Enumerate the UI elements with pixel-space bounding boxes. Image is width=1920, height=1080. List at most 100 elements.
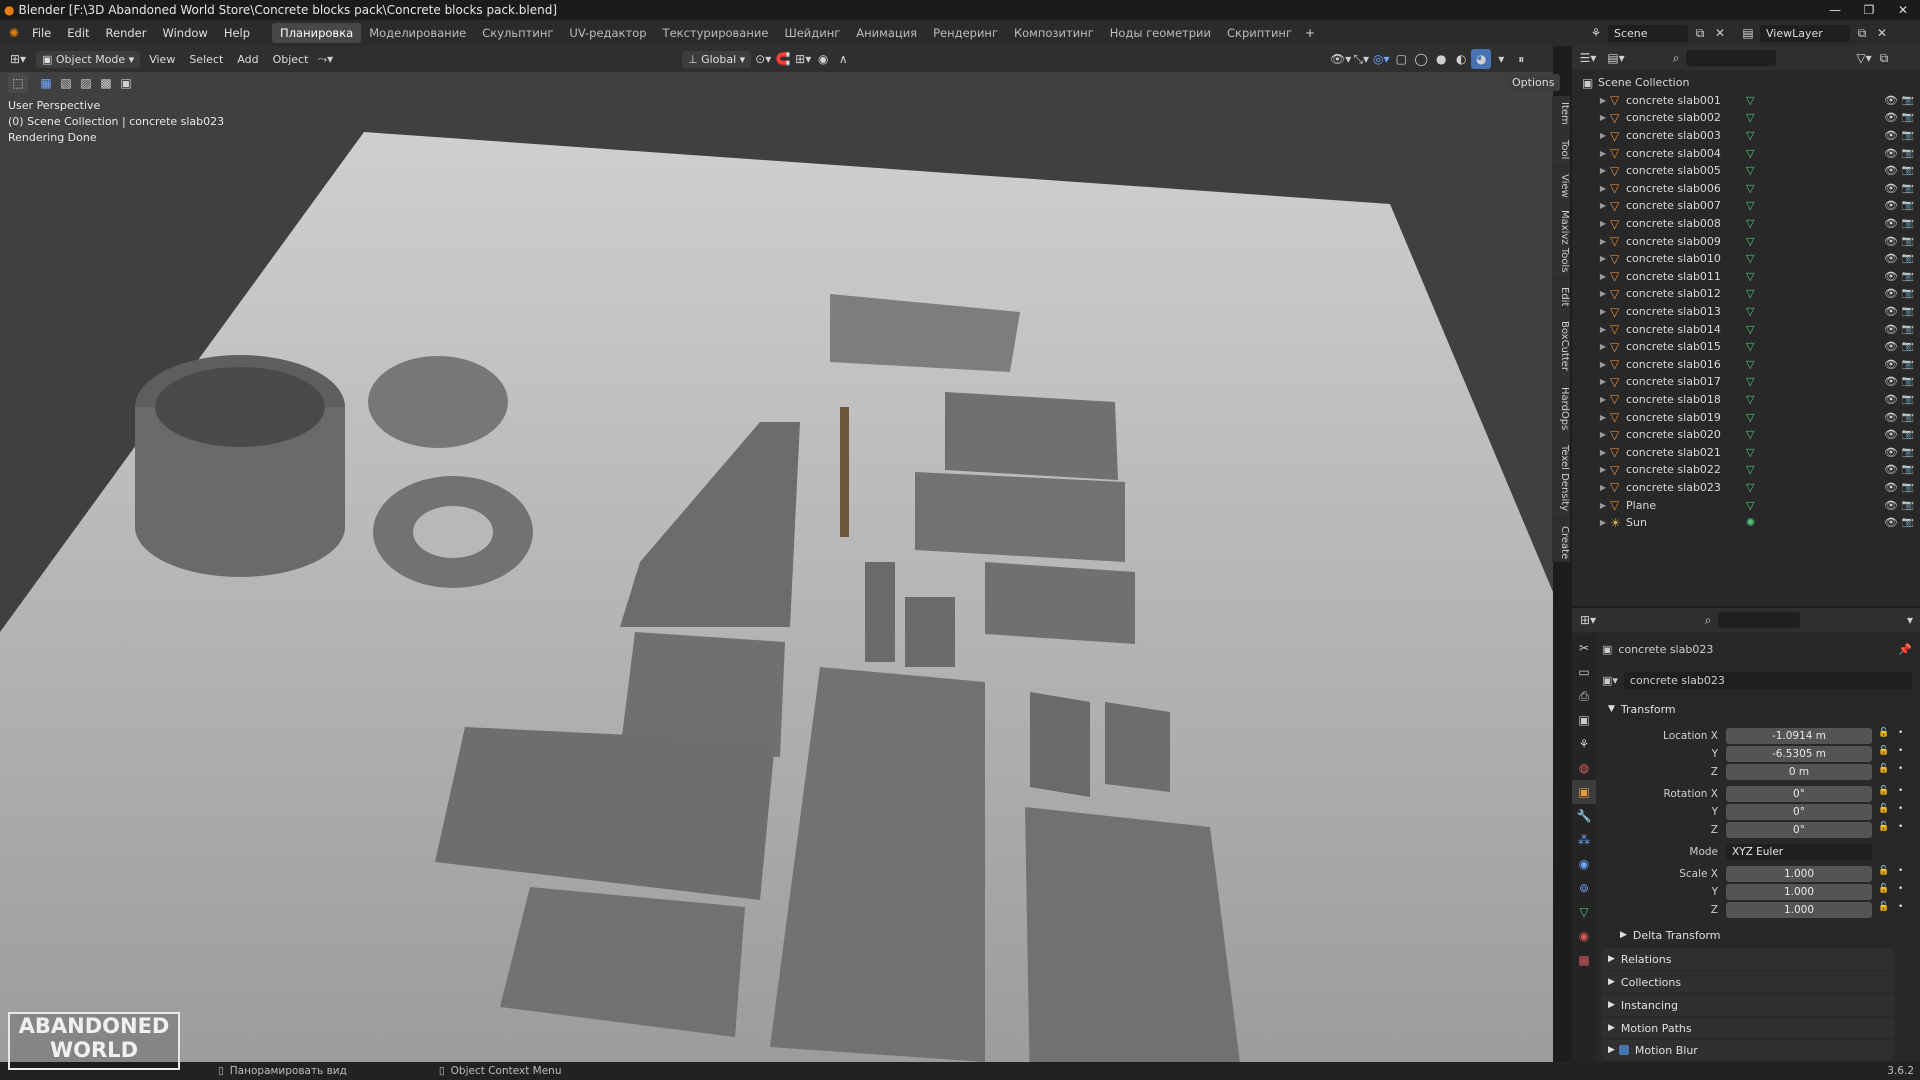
eye-icon[interactable]: 👁 xyxy=(1884,94,1898,107)
outliner-item[interactable]: ▶ ▽ concrete slab007 ▽ 👁 📷 xyxy=(1572,197,1920,215)
select-box-mode-icon[interactable]: ▦ xyxy=(36,73,56,93)
eye-icon[interactable]: 👁 xyxy=(1884,252,1898,265)
menu-select[interactable]: Select xyxy=(182,53,230,66)
world-tab-icon[interactable]: ◍ xyxy=(1572,756,1596,780)
mesh-data-icon[interactable]: ▽ xyxy=(1746,111,1754,124)
camera-icon[interactable]: 📷 xyxy=(1902,376,1914,387)
camera-icon[interactable]: 📷 xyxy=(1902,95,1914,106)
shading-options-icon[interactable]: ▾ xyxy=(1491,49,1511,69)
lock-icon[interactable]: 🔓 xyxy=(1878,786,1889,796)
outliner-item[interactable]: ▶ ▽ concrete slab014 ▽ 👁 📷 xyxy=(1572,320,1920,338)
orientation-selector[interactable]: ⊥ Global ▾ xyxy=(682,50,752,68)
object-name-field[interactable]: concrete slab023 xyxy=(1623,671,1912,689)
outliner-item[interactable]: ▶ ▽ concrete slab002 ▽ 👁 📷 xyxy=(1572,109,1920,127)
outliner-item[interactable]: ▶ ▽ concrete slab019 ▽ 👁 📷 xyxy=(1572,408,1920,426)
expand-arrow-icon[interactable]: ▶ xyxy=(1596,131,1610,140)
tool-tab-icon[interactable]: ✂ xyxy=(1572,636,1596,660)
datablock-icon[interactable]: ▣▾ xyxy=(1602,674,1618,687)
properties-options-icon[interactable]: ▾ xyxy=(1900,610,1920,630)
outliner-search-icon[interactable]: ⌕ xyxy=(1666,48,1686,68)
camera-icon[interactable]: 📷 xyxy=(1902,288,1914,299)
eye-icon[interactable]: 👁 xyxy=(1884,499,1898,512)
camera-icon[interactable]: 📷 xyxy=(1902,324,1914,335)
expand-arrow-icon[interactable]: ▶ xyxy=(1596,483,1610,492)
eye-icon[interactable]: 👁 xyxy=(1884,340,1898,353)
motion-paths-panel[interactable]: ▶ Motion Paths xyxy=(1602,1017,1894,1039)
location-x-field[interactable]: -1.0914 m xyxy=(1726,728,1872,744)
camera-icon[interactable]: 📷 xyxy=(1902,165,1914,176)
particles-tab-icon[interactable]: ⁂ xyxy=(1572,828,1596,852)
tab-scripting[interactable]: Скриптинг xyxy=(1219,23,1300,43)
eye-icon[interactable]: 👁 xyxy=(1884,446,1898,459)
editor-type-icon[interactable]: ⊞▾ xyxy=(8,49,28,69)
mesh-data-icon[interactable]: ▽ xyxy=(1746,235,1754,248)
outliner-item[interactable]: ▶ ▽ concrete slab021 ▽ 👁 📷 xyxy=(1572,443,1920,461)
remove-scene-icon[interactable]: ✕ xyxy=(1710,23,1730,43)
mesh-data-icon[interactable]: ▽ xyxy=(1746,463,1754,476)
tab-layout[interactable]: Планировка xyxy=(272,23,362,43)
tab-animation[interactable]: Анимация xyxy=(848,23,925,43)
outliner-item[interactable]: ▶ ▽ concrete slab013 ▽ 👁 📷 xyxy=(1572,303,1920,321)
menu-view[interactable]: View xyxy=(142,53,182,66)
outliner-item[interactable]: ▶ ▽ concrete slab011 ▽ 👁 📷 xyxy=(1572,268,1920,286)
tab-texel-density[interactable]: Texel Density xyxy=(1552,438,1570,520)
keyframe-dot-icon[interactable]: • xyxy=(1898,786,1903,796)
camera-icon[interactable]: 📷 xyxy=(1902,130,1914,141)
expand-arrow-icon[interactable]: ▶ xyxy=(1596,149,1610,158)
camera-icon[interactable]: 📷 xyxy=(1902,148,1914,159)
falloff-icon[interactable]: ∧ xyxy=(833,49,853,69)
rendered-shading-icon[interactable]: ◕ xyxy=(1471,49,1492,69)
mesh-data-icon[interactable]: ▽ xyxy=(1746,358,1754,371)
tab-shading[interactable]: Шейдинг xyxy=(776,23,848,43)
transform-panel-header[interactable]: ▼ Transform xyxy=(1602,698,1894,720)
outliner-item[interactable]: ▶ ▽ concrete slab010 ▽ 👁 📷 xyxy=(1572,250,1920,268)
keyframe-dot-icon[interactable]: • xyxy=(1898,764,1903,774)
view-layer-icon[interactable]: ▤ xyxy=(1738,23,1758,43)
mesh-data-icon[interactable]: ▽ xyxy=(1746,446,1754,459)
properties-search-input[interactable] xyxy=(1718,612,1800,628)
camera-icon[interactable]: 📷 xyxy=(1902,183,1914,194)
tab-modeling[interactable]: Моделирование xyxy=(361,23,474,43)
expand-arrow-icon[interactable]: ▶ xyxy=(1596,395,1610,404)
camera-icon[interactable]: 📷 xyxy=(1902,447,1914,458)
eye-icon[interactable]: 👁 xyxy=(1884,235,1898,248)
scale-x-field[interactable]: 1.000 xyxy=(1726,866,1872,882)
object-tab-icon[interactable]: ▣ xyxy=(1572,780,1596,804)
eye-icon[interactable]: 👁 xyxy=(1884,516,1898,529)
camera-icon[interactable]: 📷 xyxy=(1902,112,1914,123)
constraints-tab-icon[interactable]: ⊚ xyxy=(1572,876,1596,900)
eye-icon[interactable]: 👁 xyxy=(1884,411,1898,424)
mesh-data-icon[interactable]: ▽ xyxy=(1746,164,1754,177)
tab-edit[interactable]: Edit xyxy=(1552,280,1570,314)
camera-icon[interactable]: 📷 xyxy=(1902,429,1914,440)
tab-sculpting[interactable]: Скульптинг xyxy=(474,23,561,43)
camera-icon[interactable]: 📷 xyxy=(1902,271,1914,282)
texture-tab-icon[interactable]: ▩ xyxy=(1572,948,1596,972)
eye-icon[interactable]: 👁 xyxy=(1884,463,1898,476)
outliner-editor-type-icon[interactable]: ☰▾ xyxy=(1578,48,1598,68)
eye-icon[interactable]: 👁 xyxy=(1884,305,1898,318)
tab-boxcutter[interactable]: BoxCutter xyxy=(1552,314,1570,380)
expand-arrow-icon[interactable]: ▶ xyxy=(1596,113,1610,122)
tab-maxivz-tools[interactable]: Maxivz Tools xyxy=(1552,204,1570,280)
pin-icon[interactable]: 📌 xyxy=(1898,643,1912,656)
instancing-panel[interactable]: ▶ Instancing xyxy=(1602,994,1894,1016)
mode-selector[interactable]: ▣ Object Mode ▾ xyxy=(36,50,141,68)
eye-icon[interactable]: 👁 xyxy=(1884,129,1898,142)
lock-icon[interactable]: 🔓 xyxy=(1878,804,1889,814)
relations-panel[interactable]: ▶ Relations xyxy=(1602,948,1894,970)
mesh-data-icon[interactable]: ▽ xyxy=(1746,270,1754,283)
visibility-icon[interactable]: 👁▾ xyxy=(1330,49,1351,69)
menu-edit[interactable]: Edit xyxy=(59,26,97,40)
mesh-data-icon[interactable]: ▽ xyxy=(1746,375,1754,388)
outliner-item[interactable]: ▶ ▽ concrete slab004 ▽ 👁 📷 xyxy=(1572,144,1920,162)
expand-arrow-icon[interactable]: ▶ xyxy=(1596,219,1610,228)
keyframe-dot-icon[interactable]: • xyxy=(1898,822,1903,832)
mesh-data-icon[interactable]: ▽ xyxy=(1746,305,1754,318)
expand-arrow-icon[interactable]: ▶ xyxy=(1596,360,1610,369)
camera-icon[interactable]: 📷 xyxy=(1902,306,1914,317)
render-tab-icon[interactable]: ▭ xyxy=(1572,660,1596,684)
new-view-layer-icon[interactable]: ⧉ xyxy=(1852,23,1872,43)
eye-icon[interactable]: 👁 xyxy=(1884,323,1898,336)
mesh-data-icon[interactable]: ▽ xyxy=(1746,199,1754,212)
